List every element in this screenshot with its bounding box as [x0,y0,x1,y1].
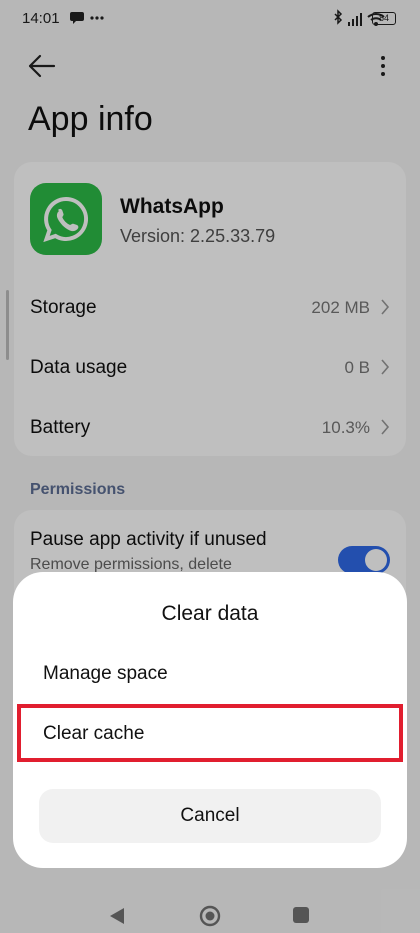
manage-space-label: Manage space [43,663,168,684]
system-nav-bar [0,872,420,933]
dialog-title: Clear data [161,602,259,625]
circle-home-icon[interactable] [199,905,221,927]
square-recents-icon[interactable] [293,907,309,923]
clear-cache-highlight [17,704,403,762]
manage-space-option[interactable]: Manage space [13,644,407,704]
cancel-button[interactable]: Cancel [39,789,381,843]
clear-data-dialog: Clear data Manage space Clear cache Canc… [13,572,407,868]
triangle-back-icon[interactable] [108,906,126,926]
